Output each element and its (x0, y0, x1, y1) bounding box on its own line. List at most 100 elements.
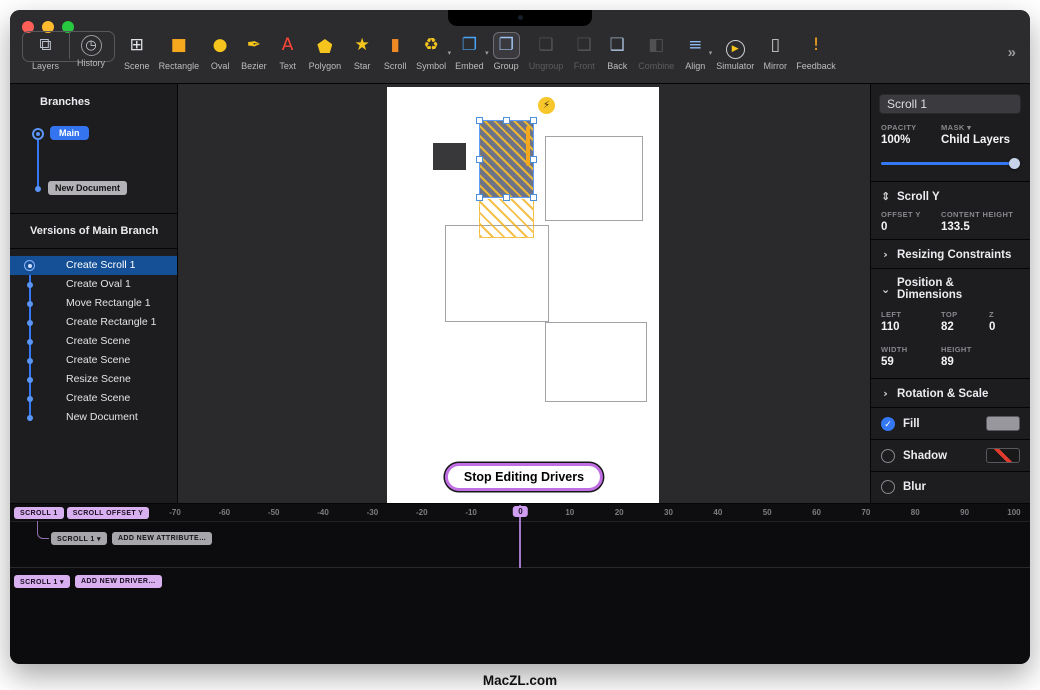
version-row[interactable]: Create Rectangle 1 (10, 313, 177, 332)
version-row[interactable]: Create Scene (10, 332, 177, 351)
selection-handle[interactable] (503, 117, 510, 124)
toolbar-item-combine[interactable]: ◧Combine (638, 32, 674, 71)
version-row[interactable]: Create Scene (10, 389, 177, 408)
fill-checkbox[interactable]: ✓ (881, 417, 895, 431)
width-value[interactable]: 59 (881, 356, 941, 368)
toolbar-item-embed[interactable]: ❐▾Embed (455, 32, 484, 71)
toolbar-item-scroll[interactable]: ▮Scroll (383, 32, 407, 71)
scroll-layer-selected[interactable] (479, 120, 534, 198)
toolbar-item-history[interactable]: ◷History (77, 32, 105, 71)
selection-handle[interactable] (503, 194, 510, 201)
toolbar-item-polygon[interactable]: Polygon (309, 32, 342, 71)
toolbar-item-bezier[interactable]: ✒Bezier (241, 32, 267, 71)
toolbar-item-rectangle[interactable]: ■Rectangle (159, 32, 200, 71)
canvas[interactable]: ⚡ Stop Editing Drivers (178, 84, 870, 503)
outline-rectangle-3[interactable] (545, 322, 647, 402)
branch-node-main[interactable] (32, 128, 44, 140)
selection-handle[interactable] (530, 194, 537, 201)
toolbar-item-align[interactable]: ≡▾Align (683, 32, 707, 71)
toolbar-item-oval[interactable]: ●Oval (208, 32, 232, 71)
version-row[interactable]: Resize Scene (10, 370, 177, 389)
feedback-icon: ! (807, 32, 825, 59)
attribute-pill-scroll-1-[interactable]: SCROLL 1 ▾ (51, 532, 107, 545)
left-value[interactable]: 110 (881, 321, 941, 333)
branch-badge-main[interactable]: Main (50, 126, 89, 140)
toolbar-item-scene[interactable]: ⊞Scene (124, 32, 150, 71)
driver-lightning-badge[interactable]: ⚡ (538, 97, 555, 114)
layer-name-input[interactable] (879, 94, 1021, 114)
toolbar-overflow-icon[interactable]: » (1008, 44, 1016, 61)
track-pill-scroll-1[interactable]: SCROLL 1 (14, 507, 64, 519)
artboard[interactable]: ⚡ (387, 87, 659, 503)
toolbar-item-ungroup[interactable]: ❏Ungroup (529, 32, 564, 71)
version-row[interactable]: Create Scene (10, 351, 177, 370)
fill-row: ✓ Fill (871, 407, 1030, 439)
version-row[interactable]: Create Oval 1 (10, 275, 177, 294)
branch-node-root[interactable] (35, 186, 41, 192)
toolbar-item-layers[interactable]: ⧉Layers (32, 32, 59, 71)
stop-editing-drivers-button[interactable]: Stop Editing Drivers (445, 463, 603, 491)
toolbar-item-text[interactable]: AText (276, 32, 300, 71)
resizing-constraints-header[interactable]: › Resizing Constraints (871, 240, 1030, 268)
toolbar-item-label: Layers (32, 61, 59, 71)
attribute-pill-add-new-attribute-[interactable]: ADD NEW ATTRIBUTE… (112, 532, 212, 545)
toolbar-item-mirror[interactable]: ▯Mirror (763, 32, 787, 71)
outline-rectangle-1[interactable] (545, 136, 643, 221)
ruler-tick: -50 (268, 508, 280, 517)
opacity-mask-row: OPACITY 100% MASK ▾ Child Layers (871, 123, 1030, 152)
driver-track-area[interactable]: SCROLL 1 ▾ ADD NEW DRIVER… (10, 568, 1030, 663)
fill-color-swatch[interactable] (986, 416, 1020, 431)
mask-label[interactable]: MASK ▾ (941, 123, 1020, 132)
chevron-right-icon: › (881, 248, 890, 261)
opacity-slider[interactable] (881, 158, 1020, 169)
outline-rectangle-2[interactable] (445, 225, 549, 322)
branch-badge-new-document[interactable]: New Document (48, 181, 127, 195)
toolbar-item-symbol[interactable]: ♻▾Symbol (416, 32, 446, 71)
version-row[interactable]: Create Scroll 1 (10, 256, 177, 275)
rotation-scale-header[interactable]: › Rotation & Scale (871, 379, 1030, 407)
toolbar-item-label: Front (574, 61, 595, 71)
slider-knob[interactable] (1009, 158, 1020, 169)
version-row[interactable]: New Document (10, 408, 177, 427)
playhead-tick[interactable]: 0 (513, 506, 527, 517)
toolbar-item-simulator[interactable]: ▶Simulator (716, 36, 754, 71)
offset-y-value[interactable]: 0 (881, 221, 941, 233)
track-pill-scroll-offset-y[interactable]: SCROLL OFFSET Y (67, 507, 150, 519)
position-dimensions-header[interactable]: ⌄ Position & Dimensions (871, 269, 1030, 308)
toolbar-item-back[interactable]: ❑Back (605, 32, 629, 71)
version-row[interactable]: Move Rectangle 1 (10, 294, 177, 313)
selection-handle[interactable] (476, 194, 483, 201)
versions-header: Versions of Main Branch (10, 213, 177, 249)
toolbar-item-feedback[interactable]: !Feedback (796, 32, 836, 71)
track-connector-line (37, 521, 49, 539)
shadow-color-swatch[interactable] (986, 448, 1020, 463)
shadow-checkbox[interactable] (881, 449, 895, 463)
blur-checkbox[interactable] (881, 480, 895, 494)
ruler-tick: 100 (1007, 508, 1020, 517)
star-icon: ★ (353, 32, 371, 59)
branches-title: Branches (10, 84, 177, 108)
top-value[interactable]: 82 (941, 321, 989, 333)
width-label: WIDTH (881, 345, 941, 354)
selection-handle[interactable] (530, 117, 537, 124)
toolbar-item-star[interactable]: ★Star (350, 32, 374, 71)
content-height-value[interactable]: 133.5 (941, 221, 1020, 233)
selection-handle[interactable] (476, 156, 483, 163)
toolbar-item-front[interactable]: ❑Front (572, 32, 596, 71)
rectangle-layer[interactable] (433, 143, 466, 170)
ruler-tick: 70 (861, 508, 870, 517)
track-pills: SCROLL 1SCROLL OFFSET Y (14, 507, 149, 519)
driver-pill-add-new-driver-[interactable]: ADD NEW DRIVER… (75, 575, 162, 588)
driver-pill-scroll-1-[interactable]: SCROLL 1 ▾ (14, 575, 70, 588)
rotation-scale-title: Rotation & Scale (897, 388, 988, 400)
z-value[interactable]: 0 (989, 321, 1020, 333)
offset-y-label: OFFSET Y (881, 210, 941, 219)
toolbar-item-group[interactable]: ❐Group (493, 32, 520, 71)
selection-handle[interactable] (530, 156, 537, 163)
rotation-scale-section: › Rotation & Scale (871, 378, 1030, 407)
opacity-value[interactable]: 100% (881, 134, 941, 146)
mask-value[interactable]: Child Layers (941, 134, 1020, 146)
selection-handle[interactable] (476, 117, 483, 124)
height-value[interactable]: 89 (941, 356, 989, 368)
scroll-y-header[interactable]: ⇕ Scroll Y (871, 182, 1030, 210)
